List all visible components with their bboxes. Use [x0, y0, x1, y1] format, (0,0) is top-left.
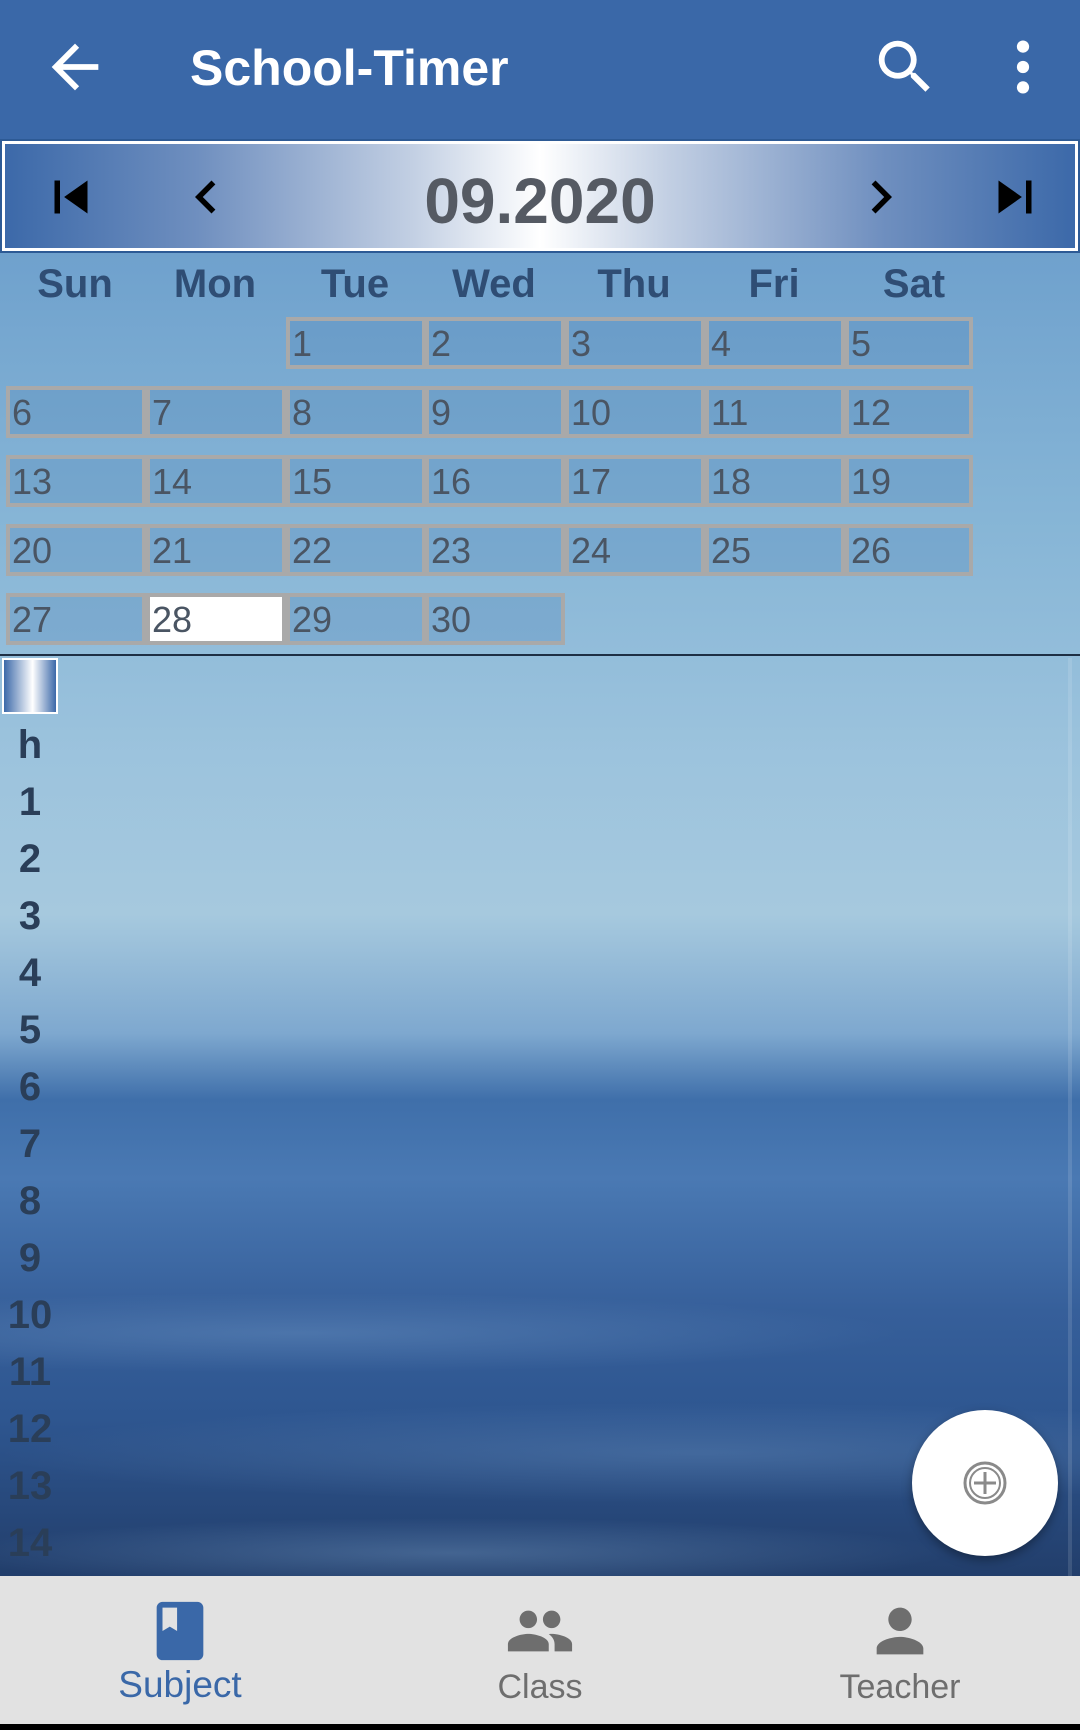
- calendar-day[interactable]: 1: [286, 317, 426, 369]
- timetable-corner-cell: [2, 658, 58, 714]
- weekday-mon: Mon: [173, 262, 257, 306]
- calendar-day[interactable]: 7: [146, 386, 286, 438]
- calendar-divider: [0, 654, 1080, 656]
- calendar-day[interactable]: 11: [705, 386, 845, 438]
- tab-teacher-label: Teacher: [839, 1668, 961, 1706]
- calendar-day[interactable]: 25: [705, 524, 845, 576]
- weekday-fri: Fri: [748, 262, 800, 306]
- scrollbar[interactable]: [1068, 658, 1072, 1576]
- calendar-day[interactable]: 6: [6, 386, 146, 438]
- calendar-day[interactable]: 14: [146, 455, 286, 507]
- calendar-day-today[interactable]: 28: [146, 593, 286, 645]
- hour-label: 11: [8, 1350, 52, 1394]
- hour-label: 1: [18, 780, 42, 824]
- skip-last-icon[interactable]: [982, 164, 1048, 230]
- calendar-day[interactable]: 29: [286, 593, 426, 645]
- hour-label: 3: [18, 894, 42, 938]
- arrow-left-icon[interactable]: [40, 32, 110, 102]
- hour-label: 2: [18, 837, 42, 881]
- hour-header: h: [17, 723, 43, 767]
- calendar-day[interactable]: 16: [425, 455, 565, 507]
- calendar-day[interactable]: 9: [425, 386, 565, 438]
- weekday-wed: Wed: [452, 262, 536, 306]
- calendar-day[interactable]: 15: [286, 455, 426, 507]
- calendar-day[interactable]: 19: [845, 455, 973, 507]
- calendar-day[interactable]: 4: [705, 317, 845, 369]
- hour-label: 4: [18, 951, 42, 995]
- calendar-day[interactable]: 2: [425, 317, 565, 369]
- chevron-right-icon[interactable]: [848, 164, 914, 230]
- month-navigator: 09.2020: [2, 141, 1078, 251]
- calendar-day[interactable]: 13: [6, 455, 146, 507]
- calendar-day[interactable]: 27: [6, 593, 146, 645]
- weekday-thu: Thu: [597, 262, 671, 306]
- calendar-day[interactable]: 18: [705, 455, 845, 507]
- calendar-day[interactable]: 12: [845, 386, 973, 438]
- calendar-day[interactable]: 8: [286, 386, 426, 438]
- tab-subject[interactable]: Subject: [0, 1576, 360, 1724]
- calendar-day[interactable]: 10: [565, 386, 705, 438]
- tab-class[interactable]: Class: [360, 1576, 720, 1724]
- search-icon[interactable]: [870, 32, 940, 102]
- add-circle-icon: [963, 1461, 1007, 1505]
- tab-class-label: Class: [497, 1668, 583, 1706]
- hour-label: 13: [7, 1464, 53, 1508]
- hour-label: 14: [7, 1521, 53, 1565]
- hour-label: 10: [7, 1293, 53, 1337]
- calendar-day[interactable]: 21: [146, 524, 286, 576]
- weekday-sat: Sat: [882, 262, 946, 306]
- more-vert-icon[interactable]: [988, 32, 1058, 102]
- hour-label: 12: [7, 1407, 53, 1451]
- calendar-day[interactable]: 20: [6, 524, 146, 576]
- add-button[interactable]: [912, 1410, 1058, 1556]
- hour-label: 9: [18, 1236, 42, 1280]
- system-nav-edge: [0, 1724, 1080, 1730]
- weekday-sun: Sun: [37, 262, 113, 306]
- bottom-navigation: Subject Class Teacher: [0, 1576, 1080, 1724]
- calendar-day[interactable]: 22: [286, 524, 426, 576]
- calendar-day[interactable]: 3: [565, 317, 705, 369]
- calendar-day[interactable]: 23: [425, 524, 565, 576]
- book-icon: [156, 1601, 204, 1661]
- group-icon: [507, 1610, 573, 1652]
- calendar-day[interactable]: 17: [565, 455, 705, 507]
- calendar-day[interactable]: 26: [845, 524, 973, 576]
- ocean-background-image: [0, 253, 1080, 1576]
- calendar-day[interactable]: 30: [425, 593, 565, 645]
- person-icon: [876, 1607, 924, 1655]
- app-title: School-Timer: [190, 40, 509, 96]
- calendar-day[interactable]: 5: [845, 317, 973, 369]
- tab-teacher[interactable]: Teacher: [720, 1576, 1080, 1724]
- hour-label: 7: [18, 1122, 42, 1166]
- weekday-tue: Tue: [320, 262, 390, 306]
- calendar-day[interactable]: 24: [565, 524, 705, 576]
- app-bar: School-Timer: [0, 0, 1080, 139]
- month-label: 09.2020: [424, 165, 656, 237]
- hour-label: 6: [18, 1065, 42, 1109]
- tab-subject-label: Subject: [118, 1664, 242, 1705]
- hour-label: 8: [18, 1179, 42, 1223]
- hour-label: 5: [18, 1008, 42, 1052]
